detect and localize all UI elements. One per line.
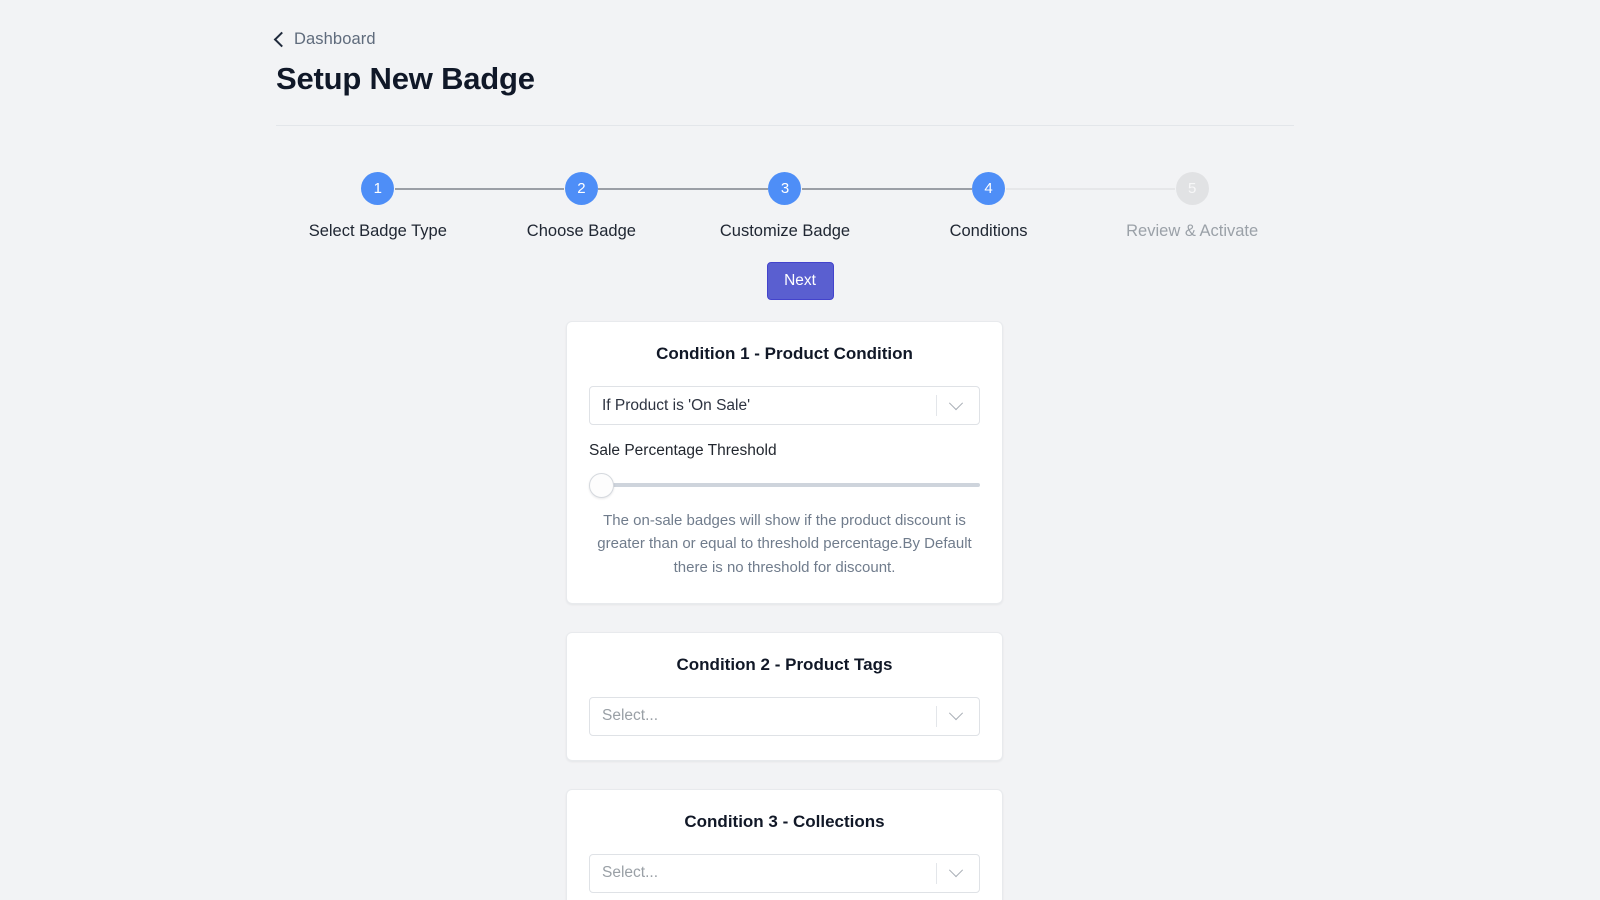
- stepper-actions: Next: [0, 262, 1600, 300]
- page-root: Dashboard Setup New Badge 1 Select Badge…: [0, 0, 1600, 900]
- stepper-step-5-label: Review & Activate: [1126, 222, 1258, 241]
- condition-card-3: Condition 3 - Collections Select...: [566, 789, 1003, 900]
- condition-1-select-value: If Product is 'On Sale': [602, 397, 936, 415]
- stepper-step-2-number: 2: [565, 172, 598, 205]
- page-header: Dashboard Setup New Badge: [276, 28, 1294, 97]
- stepper-step-2-label: Choose Badge: [527, 222, 636, 241]
- condition-2-select[interactable]: Select...: [589, 697, 980, 736]
- chevron-down-icon: [949, 863, 963, 877]
- select-separator: [936, 863, 937, 884]
- page-title: Setup New Badge: [276, 61, 1294, 97]
- stepper-connector-2: [598, 188, 768, 190]
- stepper-step-4[interactable]: 4 Conditions: [887, 172, 1091, 241]
- stepper-step-1[interactable]: 1 Select Badge Type: [276, 172, 480, 241]
- stepper-steps: 1 Select Badge Type 2 Choose Badge 3 Cus…: [276, 172, 1294, 241]
- slider-thumb[interactable]: [589, 473, 614, 498]
- condition-card-1: Condition 1 - Product Condition If Produ…: [566, 321, 1003, 604]
- stepper-step-5-number: 5: [1176, 172, 1209, 205]
- stepper-connector-4: [1006, 188, 1176, 190]
- condition-2-select-value: Select...: [602, 707, 936, 725]
- slider-track: [597, 483, 980, 487]
- chevron-down-icon: [949, 396, 963, 410]
- sale-threshold-slider[interactable]: [589, 472, 980, 498]
- stepper-step-3-label: Customize Badge: [720, 222, 850, 241]
- stepper-step-5[interactable]: 5 Review & Activate: [1090, 172, 1294, 241]
- condition-1-select[interactable]: If Product is 'On Sale': [589, 386, 980, 425]
- next-button[interactable]: Next: [767, 262, 834, 300]
- header-divider: [276, 125, 1294, 126]
- select-separator: [936, 706, 937, 727]
- condition-card-2: Condition 2 - Product Tags Select...: [566, 632, 1003, 761]
- condition-3-select[interactable]: Select...: [589, 854, 980, 893]
- condition-3-title: Condition 3 - Collections: [589, 812, 980, 832]
- select-separator: [936, 395, 937, 416]
- chevron-down-icon: [949, 706, 963, 720]
- stepper-connector-3: [802, 188, 972, 190]
- stepper-step-2[interactable]: 2 Choose Badge: [480, 172, 684, 241]
- stepper-step-3-number: 3: [768, 172, 801, 205]
- condition-3-select-value: Select...: [602, 864, 936, 882]
- setup-stepper: 1 Select Badge Type 2 Choose Badge 3 Cus…: [276, 172, 1294, 247]
- condition-1-title: Condition 1 - Product Condition: [589, 344, 980, 364]
- conditions-list: Condition 1 - Product Condition If Produ…: [566, 321, 1003, 900]
- stepper-step-4-number: 4: [972, 172, 1005, 205]
- stepper-step-1-label: Select Badge Type: [309, 222, 447, 241]
- breadcrumb-dashboard-link[interactable]: Dashboard: [276, 28, 376, 50]
- condition-1-help-text: The on-sale badges will show if the prod…: [589, 509, 980, 579]
- stepper-step-4-label: Conditions: [950, 222, 1028, 241]
- sale-threshold-label: Sale Percentage Threshold: [589, 442, 980, 460]
- breadcrumb-label: Dashboard: [294, 30, 376, 49]
- chevron-left-icon: [274, 31, 290, 47]
- stepper-connector-1: [395, 188, 565, 190]
- condition-2-title: Condition 2 - Product Tags: [589, 655, 980, 675]
- stepper-step-3[interactable]: 3 Customize Badge: [683, 172, 887, 241]
- stepper-step-1-number: 1: [361, 172, 394, 205]
